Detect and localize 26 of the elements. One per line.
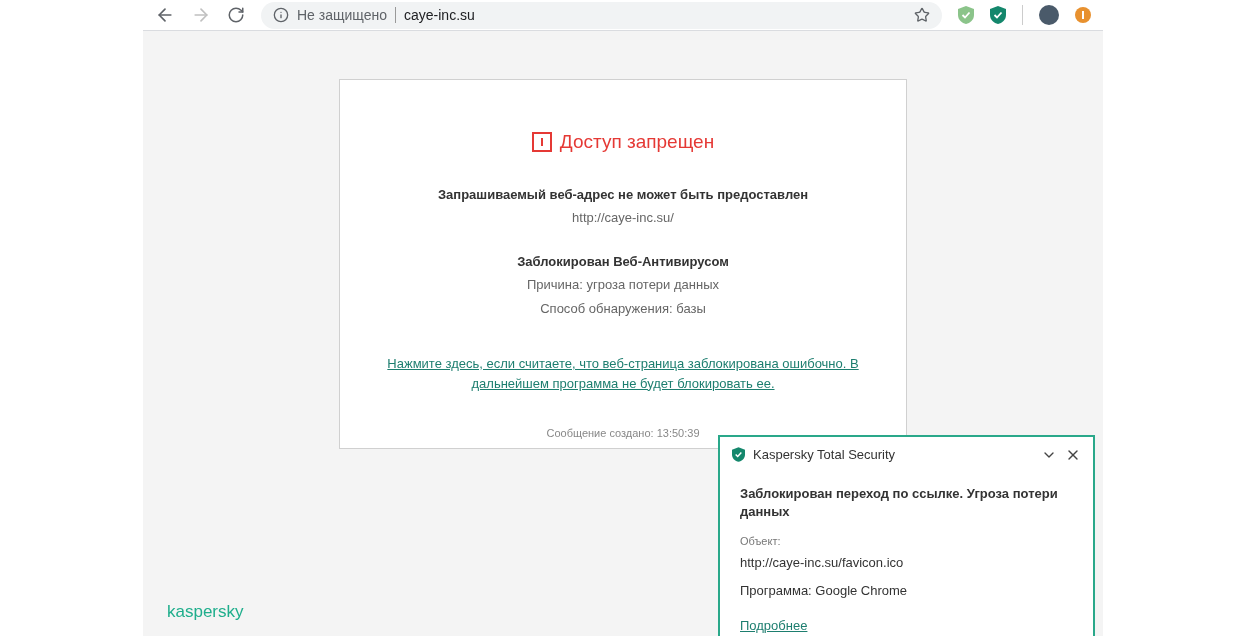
url-text: caye-inc.su — [404, 5, 476, 25]
notification-message: Заблокирован переход по ссылке. Угроза потери данных — [740, 484, 1059, 521]
info-icon[interactable] — [273, 7, 289, 23]
address-bar[interactable]: Не защищено caye-inc.su — [261, 1, 942, 29]
shield-icon — [990, 6, 1006, 24]
detection-method: Способ обнаружения: базы — [540, 299, 706, 318]
warning-icon — [531, 132, 552, 153]
object-label: Объект: — [740, 533, 782, 549]
created-time: Сообщение создано: 13:50:39 — [546, 426, 700, 441]
program-text: Программа: Google Chrome — [740, 581, 909, 600]
notification-app: Kaspersky Total Security — [753, 446, 897, 464]
report-link[interactable]: Нажмите здесь, если считаете, что веб-страница заблокирована ошибочно. В дальнейшем программа не будет блокировать ее. — [383, 354, 863, 393]
avatar[interactable] — [1039, 5, 1059, 25]
block-heading: Запрашиваемый веб-адрес не может быть предоставлен — [437, 185, 809, 204]
block-title: Доступ запрещен — [559, 130, 715, 154]
shield-icon — [958, 6, 974, 24]
bookmark-star-icon[interactable] — [914, 7, 930, 23]
object-url: http://caye-inc.su/favicon.ico — [740, 554, 905, 572]
shield-icon — [732, 447, 745, 463]
security-label: Не защищено — [297, 5, 387, 25]
blocked-by: Заблокирован Веб-Антивирусом — [517, 252, 729, 271]
details-link[interactable]: Подробнее — [740, 616, 808, 636]
reload-icon[interactable] — [227, 6, 245, 24]
block-reason: Причина: угроза потери данных — [527, 276, 719, 294]
brand-logo: kaspersky — [167, 600, 244, 623]
blocked-address: http://caye-inc.su/ — [572, 209, 674, 227]
